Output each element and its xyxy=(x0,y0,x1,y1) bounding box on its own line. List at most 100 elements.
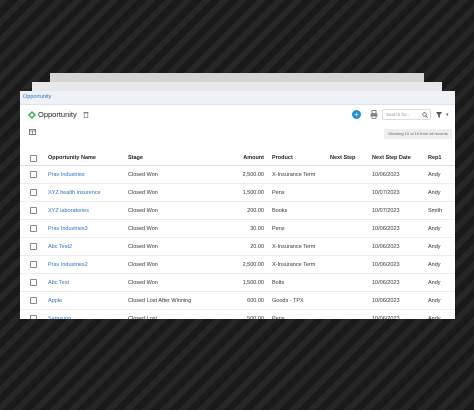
rep-cell: Andy xyxy=(428,273,455,292)
opportunity-name-link[interactable]: Prav Industries2 xyxy=(48,255,128,274)
row-checkbox[interactable] xyxy=(20,165,48,184)
next-step-date-cell: 10/06/2023 xyxy=(372,165,428,184)
row-checkbox[interactable] xyxy=(20,183,48,202)
column-header-next-step[interactable]: Next Step xyxy=(330,151,372,166)
amount-cell: 1,500.00 xyxy=(204,183,264,202)
next-step-date-cell: 10/07/2023 xyxy=(372,201,428,220)
select-all-checkbox[interactable] xyxy=(20,151,48,166)
opportunity-name-link[interactable]: Abc Test xyxy=(48,273,128,292)
stage-cell: Closed Lost xyxy=(128,309,204,319)
product-cell: Goods - TPX xyxy=(264,291,330,310)
table-header-row: Opportunity Name Stage Amount Product Ne… xyxy=(20,151,455,166)
table-row[interactable]: Prav Industries Closed Won 2,500.00 X-Insur… xyxy=(20,165,455,184)
next-step-date-cell: 10/06/2023 xyxy=(372,237,428,256)
record-count-badge: Showing 10 of 10 from all records xyxy=(384,129,452,139)
amount-cell: 2,500.00 xyxy=(204,255,264,274)
next-step-cell xyxy=(330,237,372,256)
row-checkbox[interactable] xyxy=(20,237,48,256)
search-icon[interactable] xyxy=(422,112,428,118)
column-header-product[interactable]: Product xyxy=(264,151,330,166)
rep-cell: Andy xyxy=(428,219,455,238)
next-step-date-cell: 10/06/2023 xyxy=(372,291,428,310)
stage-cell: Closed Won xyxy=(128,219,204,238)
stage-cell: Closed Won xyxy=(128,273,204,292)
stage-cell: Closed Won xyxy=(128,201,204,220)
table-row[interactable]: Prav Industries2 Closed Won 2,500.00 X-Insu… xyxy=(20,255,455,274)
column-layout-icon[interactable] xyxy=(29,129,36,135)
row-checkbox[interactable] xyxy=(20,201,48,220)
rep-cell: Andy xyxy=(428,309,455,319)
next-step-date-cell: 10/06/2023 xyxy=(372,255,428,274)
stage-cell: Closed Won xyxy=(128,255,204,274)
stage-cell: Closed Won xyxy=(128,237,204,256)
column-header-next-step-date[interactable]: Next Step Date xyxy=(372,151,428,166)
product-cell: Pens xyxy=(264,183,330,202)
opportunity-logo-icon xyxy=(28,111,36,119)
next-step-date-cell: 10/06/2023 xyxy=(372,309,428,319)
next-step-cell xyxy=(330,219,372,238)
column-header-amount[interactable]: Amount xyxy=(204,151,264,166)
product-cell: Bolts xyxy=(264,273,330,292)
row-checkbox[interactable] xyxy=(20,273,48,292)
column-header-name[interactable]: Opportunity Name xyxy=(48,151,128,166)
next-step-date-cell: 10/06/2023 xyxy=(372,219,428,238)
opportunity-name-link[interactable]: Abc Test2 xyxy=(48,237,128,256)
product-cell: Books xyxy=(264,201,330,220)
amount-cell: 30.00 xyxy=(204,219,264,238)
column-header-stage[interactable]: Stage xyxy=(128,151,204,166)
amount-cell: 2,500.00 xyxy=(204,165,264,184)
amount-cell: 600.00 xyxy=(204,291,264,310)
trash-icon[interactable] xyxy=(83,111,89,118)
next-step-cell xyxy=(330,291,372,310)
rep-cell: Andy xyxy=(428,183,455,202)
product-cell: Pens xyxy=(264,309,330,319)
amount-cell: 200.00 xyxy=(204,201,264,220)
next-step-cell xyxy=(330,255,372,274)
opportunity-name-link[interactable]: XYZ health insurence xyxy=(48,183,128,202)
product-cell: X-Insurance Term xyxy=(264,255,330,274)
column-header-rep1[interactable]: Rep1 xyxy=(428,151,455,166)
row-checkbox[interactable] xyxy=(20,219,48,238)
rep-cell: Andy xyxy=(428,237,455,256)
product-cell: X-Insurance Term xyxy=(264,237,330,256)
next-step-cell xyxy=(330,201,372,220)
next-step-cell xyxy=(330,273,372,292)
opportunity-name-link[interactable]: Prav Industries xyxy=(48,165,128,184)
rep-cell: Andy xyxy=(428,165,455,184)
chevron-down-icon[interactable]: ▾ xyxy=(446,112,449,118)
row-checkbox[interactable] xyxy=(20,309,48,319)
table-row[interactable]: Prav Industries3 Closed Won 30.00 Pens 10/06… xyxy=(20,219,455,238)
table-row[interactable]: Samsung Closed Lost 500.00 Pens 10/06/2023 An… xyxy=(20,309,455,319)
filter-icon[interactable] xyxy=(436,112,442,118)
product-cell: X-Insurance Term xyxy=(264,165,330,184)
add-record-button[interactable]: + xyxy=(352,110,361,119)
table-row[interactable]: Abc Test2 Closed Won 20.00 X-Insurance Term… xyxy=(20,237,455,256)
next-step-date-cell: 10/07/2023 xyxy=(372,183,428,202)
table-row[interactable]: XYZ laboratories Closed Won 200.00 Books 10/… xyxy=(20,201,455,220)
opportunity-name-link[interactable]: Apple xyxy=(48,291,128,310)
sub-toolbar: Showing 10 of 10 from all records xyxy=(20,125,455,143)
opportunity-name-link[interactable]: Prav Industries3 xyxy=(48,219,128,238)
amount-cell: 20.00 xyxy=(204,237,264,256)
opportunity-name-link[interactable]: XYZ laboratories xyxy=(48,201,128,220)
panel-header: Opportunity + Search for... ▾ xyxy=(20,105,455,125)
table-row[interactable]: XYZ health insurence Closed Won 1,500.00 Pe… xyxy=(20,183,455,202)
next-step-cell xyxy=(330,165,372,184)
next-step-cell xyxy=(330,183,372,202)
page-title: Opportunity xyxy=(38,110,77,119)
opportunity-table: Opportunity Name Stage Amount Product Ne… xyxy=(20,151,455,319)
rep-cell: Andy xyxy=(428,255,455,274)
amount-cell: 500.00 xyxy=(204,309,264,319)
table-row[interactable]: Abc Test Closed Won 1,500.00 Bolts 10/06/202… xyxy=(20,273,455,292)
product-cell: Pens xyxy=(264,219,330,238)
stage-cell: Closed Won xyxy=(128,183,204,202)
stage-cell: Closed Won xyxy=(128,165,204,184)
opportunity-name-link[interactable]: Samsung xyxy=(48,309,128,319)
breadcrumb[interactable]: Opportunity xyxy=(20,91,455,105)
row-checkbox[interactable] xyxy=(20,255,48,274)
amount-cell: 1,500.00 xyxy=(204,273,264,292)
rep-cell: Andy xyxy=(428,291,455,310)
table-row[interactable]: Apple Closed Lost After Winning 600.00 Good… xyxy=(20,291,455,310)
print-icon[interactable] xyxy=(370,110,378,119)
row-checkbox[interactable] xyxy=(20,291,48,310)
